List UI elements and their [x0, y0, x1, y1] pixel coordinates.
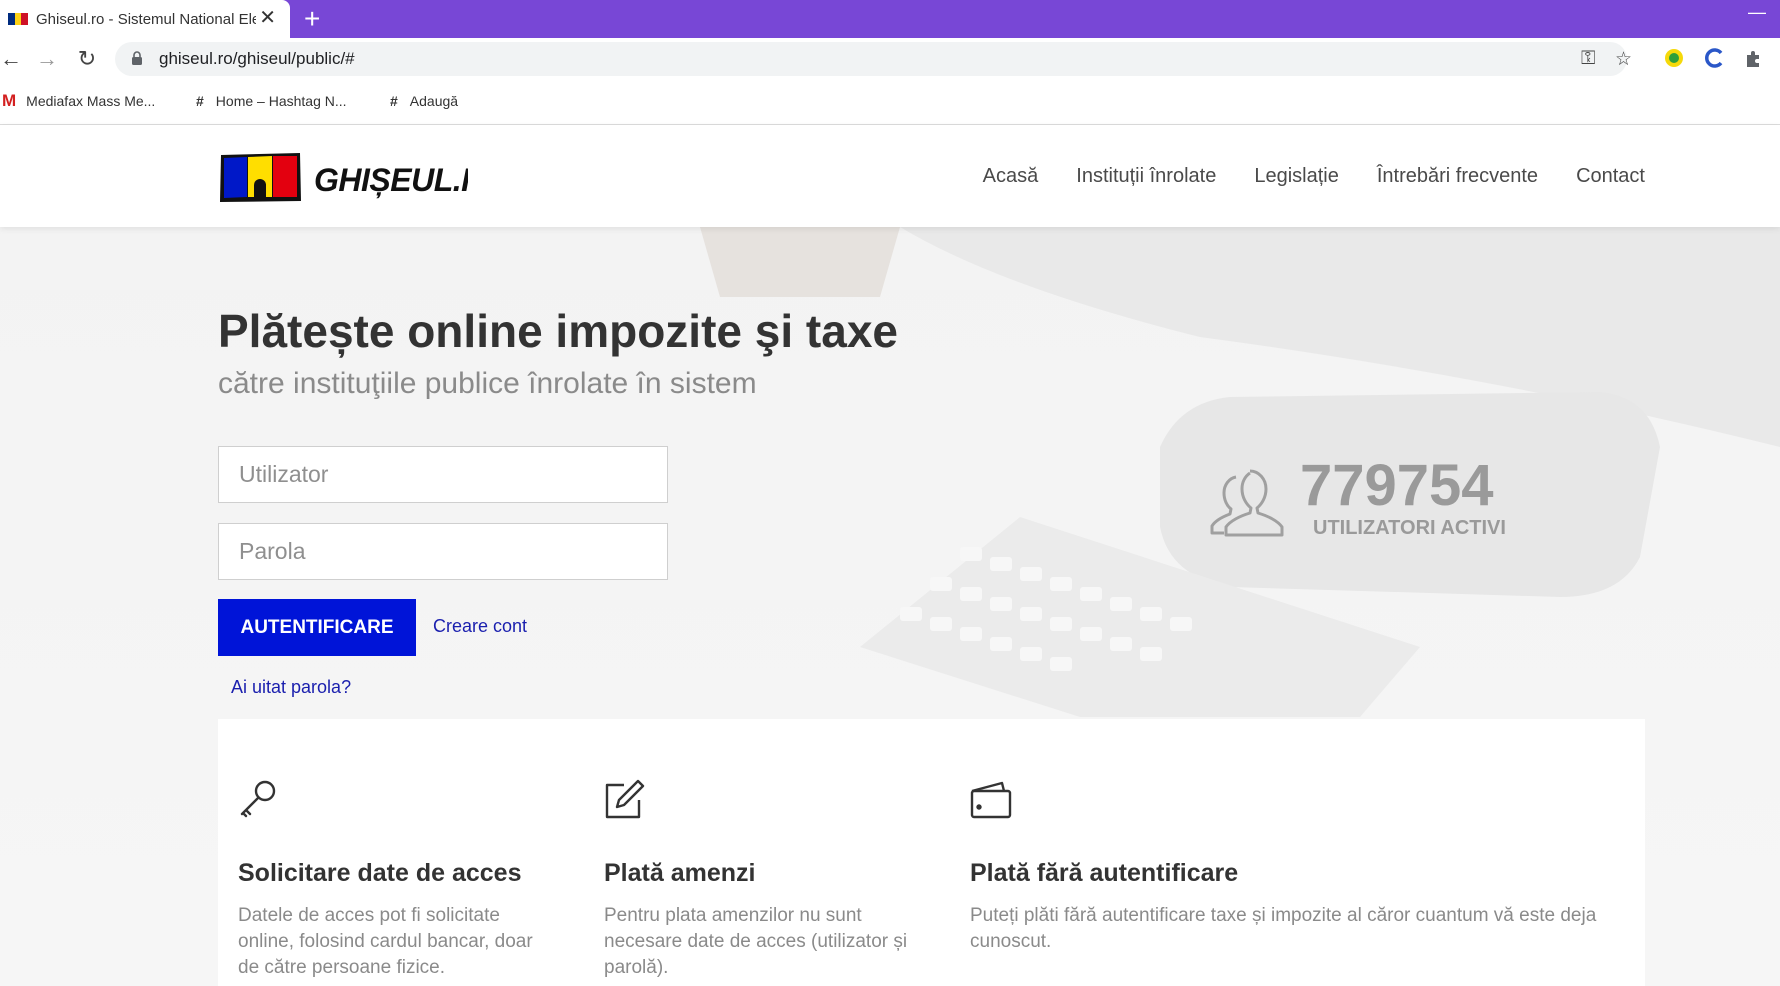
extension-c-icon[interactable]	[1702, 46, 1726, 70]
feature-title: Plată fără autentificare	[970, 859, 1239, 887]
bookmark-adauga[interactable]: # Adaugă	[390, 80, 458, 122]
key-icon	[240, 780, 276, 818]
forgot-password-link[interactable]: Ai uitat parola?	[231, 677, 351, 698]
browser-tab-active[interactable]: Ghiseul.ro - Sistemul National Ele ✕	[0, 0, 290, 38]
nav-acasa[interactable]: Acasă	[983, 165, 1039, 188]
hashtag-icon: #	[196, 93, 204, 109]
bookmarks-bar: M Mediafax Mass Me... # Home – Hashtag N..…	[0, 80, 1780, 125]
nav-legislatie[interactable]: Legislație	[1254, 165, 1339, 188]
nav-intrebari-frecvente[interactable]: Întrebări frecvente	[1377, 165, 1538, 188]
key-password-icon[interactable]: ⚿	[1581, 48, 1595, 70]
browser-tab-title: Ghiseul.ro - Sistemul National Ele	[36, 10, 256, 28]
feature-title: Plată amenzi	[604, 859, 756, 887]
feature-description: Pentru plata amenzilor nu sunt necesare …	[604, 905, 908, 978]
username-input[interactable]	[218, 446, 668, 503]
romania-flag-favicon-icon	[8, 13, 29, 25]
bookmark-star-icon[interactable]: ☆	[1615, 48, 1632, 71]
browser-tab-strip: Ghiseul.ro - Sistemul National Ele ✕ + —	[0, 0, 1780, 38]
reload-icon[interactable]: ↻	[72, 44, 102, 74]
feature-title: Solicitare date de acces	[238, 859, 522, 887]
nav-institutii-inrolate[interactable]: Instituții înrolate	[1076, 165, 1216, 188]
extensions-puzzle-icon[interactable]	[1742, 46, 1766, 70]
browser-toolbar: ← → ↻ ghiseul.ro/ghiseul/public/# ⚿ ☆	[0, 38, 1780, 80]
ghiseul-logo[interactable]: GHIȘEUL.Ro	[218, 151, 468, 203]
create-account-link[interactable]: Creare cont	[433, 616, 527, 637]
active-users-count: 779754	[1300, 453, 1494, 518]
url-text: ghiseul.ro/ghiseul/public/#	[159, 49, 355, 68]
nav-contact[interactable]: Contact	[1576, 165, 1645, 188]
forward-arrow-icon[interactable]: →	[32, 44, 62, 74]
svg-text:GHIȘEUL.Ro: GHIȘEUL.Ro	[314, 162, 468, 198]
window-minimize-icon[interactable]: —	[1748, 2, 1766, 23]
hero-title: Plătește online impozite şi taxe	[218, 305, 898, 357]
feature-description: Datele de acces pot fi solicitate online…	[238, 905, 533, 978]
users-group-icon	[1210, 469, 1284, 537]
password-input[interactable]	[218, 523, 668, 580]
extension-green-icon[interactable]	[1662, 46, 1686, 70]
close-tab-icon[interactable]: ✕	[259, 8, 276, 28]
edit-icon	[605, 779, 645, 819]
main-navigation: Acasă Instituții înrolate Legislație Înt…	[945, 125, 1645, 227]
bookmark-hashtag[interactable]: # Home – Hashtag N...	[196, 80, 347, 122]
login-button[interactable]: AUTENTIFICARE	[218, 599, 416, 656]
feature-description: Puteți plăti fără autentificare taxe și …	[970, 905, 1597, 952]
mediafax-m-icon: M	[2, 91, 17, 110]
back-arrow-icon[interactable]: ←	[0, 44, 26, 74]
features-panel: Solicitare date de acces Datele de acces…	[218, 719, 1645, 986]
lock-icon	[132, 51, 142, 65]
hashtag-icon: #	[390, 93, 398, 109]
address-bar[interactable]: ghiseul.ro/ghiseul/public/# ⚿ ☆	[115, 42, 1632, 76]
active-users-label: UTILIZATORI ACTIVI	[1313, 517, 1506, 539]
wallet-icon	[970, 781, 1012, 819]
new-tab-plus-icon[interactable]: +	[304, 4, 320, 34]
bookmark-mediafax[interactable]: M Mediafax Mass Me...	[2, 80, 155, 122]
hero-subtitle: către instituţiile publice înrolate în s…	[218, 367, 757, 400]
hero-section: Plătește online impozite şi taxe către i…	[0, 227, 1780, 986]
site-header: GHIȘEUL.Ro Acasă Instituții înrolate Leg…	[0, 125, 1780, 227]
